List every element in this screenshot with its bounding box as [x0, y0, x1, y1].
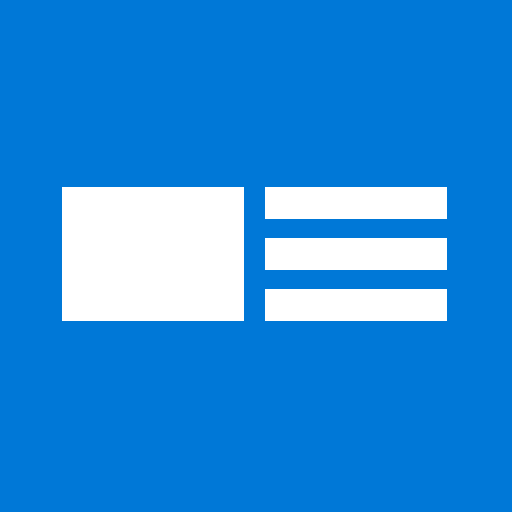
- text-line-shape-2: [265, 238, 447, 270]
- image-block-shape: [62, 187, 244, 321]
- news-app-tile: [0, 0, 512, 512]
- text-line-shape-1: [265, 187, 447, 219]
- text-line-shape-3: [265, 289, 447, 321]
